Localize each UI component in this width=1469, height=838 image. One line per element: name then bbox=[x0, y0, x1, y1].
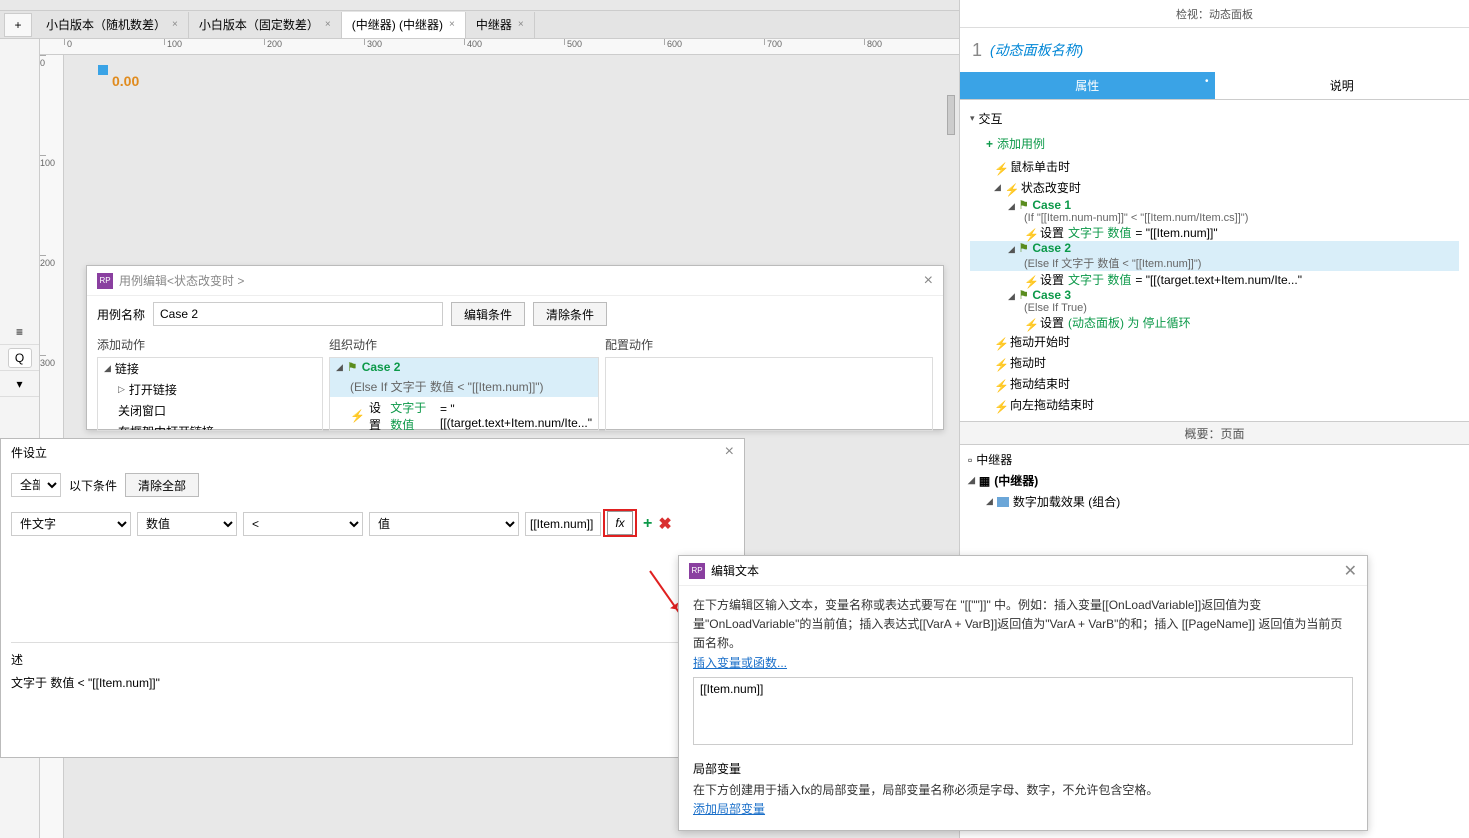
add-action-header: 添加动作 bbox=[97, 332, 323, 357]
summary-label: 述 bbox=[11, 651, 734, 668]
event-drag-end[interactable]: ⚡拖动结束时 bbox=[970, 373, 1459, 394]
app-icon: RP bbox=[97, 273, 113, 289]
tab-label: (中继器) (中继器) bbox=[352, 16, 443, 33]
panel-index: 1 bbox=[972, 40, 982, 61]
dialog2-titlebar: 件设立 × bbox=[1, 439, 744, 465]
org-action-header: 组织动作 bbox=[329, 332, 599, 357]
tab-properties[interactable]: 属性• bbox=[960, 72, 1215, 100]
case3-cond: (Else If True) bbox=[970, 302, 1459, 314]
case3[interactable]: ◢ ⚑ Case 3 bbox=[970, 288, 1459, 302]
folder-icon bbox=[997, 497, 1009, 507]
event-drag-start[interactable]: ⚡拖动开始时 bbox=[970, 331, 1459, 352]
panel-name[interactable]: (动态面板名称) bbox=[990, 40, 1083, 60]
close-icon[interactable]: × bbox=[518, 19, 524, 30]
close-icon[interactable]: × bbox=[172, 19, 178, 30]
fx-button[interactable]: fx bbox=[607, 511, 633, 535]
selection-marker[interactable] bbox=[90, 65, 108, 83]
condition-summary: 述 文字于 数值 < "[[Item.num]]" bbox=[11, 642, 734, 697]
case2-action[interactable]: ⚡ 设置 文字于 数值 = "[[(target.text+Item.num/I… bbox=[970, 271, 1459, 288]
inspector-header: 检视：动态面板 bbox=[960, 0, 1469, 28]
sidebar-tool-q[interactable]: Q bbox=[0, 345, 39, 371]
close-icon[interactable]: × bbox=[924, 272, 933, 290]
add-condition-icon[interactable]: + bbox=[643, 515, 652, 533]
interaction-section: ▾交互 +添加用例 ⚡鼠标单击时 ◢⚡状态改变时 ◢ ⚑ Case 1 (If … bbox=[960, 100, 1469, 421]
edit-text-dialog: RP 编辑文本 ✕ 在下方编辑区输入文本，变量名称或表达式要写在 "[[""]]… bbox=[678, 555, 1368, 831]
outline-repeater[interactable]: ▫中继器 bbox=[968, 449, 1461, 470]
condition-row: 件文字 数值 < 值 fx + ✖ bbox=[1, 505, 744, 543]
local-var-help: 在下方创建用于插入fx的局部变量，局部变量名称必须是字母、数字，不允许包含空格。 bbox=[693, 781, 1353, 800]
close-icon[interactable]: × bbox=[325, 19, 331, 30]
tab-1[interactable]: 小白版本（固定数差） × bbox=[189, 12, 342, 38]
dialog3-titlebar: RP 编辑文本 ✕ bbox=[679, 556, 1367, 586]
close-icon[interactable]: × bbox=[725, 443, 734, 461]
new-tab-button[interactable]: + bbox=[4, 13, 32, 37]
tab-label: 小白版本（随机数差） bbox=[46, 16, 166, 33]
add-local-var-link[interactable]: 添加局部变量 bbox=[693, 802, 765, 816]
dialog-titlebar: RP 用例编辑<状态改变时 > × bbox=[87, 266, 943, 296]
org-action-tree[interactable]: ◢⚑Case 2 (Else If 文字于 数值 < "[[Item.num]]… bbox=[329, 357, 599, 431]
summary-text: 文字于 数值 < "[[Item.num]]" bbox=[11, 668, 734, 697]
case1-cond: (If "[[Item.num-num]]" < "[[Item.num/Ite… bbox=[970, 212, 1459, 224]
ruler-horizontal: 0 100 200 300 400 500 600 700 800 bbox=[40, 39, 959, 55]
sidebar-tool-dropdown[interactable]: ▾ bbox=[0, 371, 39, 397]
expression-textarea[interactable] bbox=[693, 677, 1353, 745]
config-action-panel[interactable] bbox=[605, 357, 933, 431]
add-action-tree[interactable]: ◢链接 ▷打开链接 关闭窗口 在框架中打开链接 bbox=[97, 357, 323, 431]
insert-variable-link[interactable]: 插入变量或函数... bbox=[693, 656, 787, 670]
case2[interactable]: ◢ ⚑ Case 2 bbox=[970, 241, 1459, 255]
clear-condition-button[interactable]: 清除条件 bbox=[533, 302, 607, 326]
sidebar-tool-1[interactable]: ≡ bbox=[0, 319, 39, 345]
clear-all-button[interactable]: 清除全部 bbox=[125, 473, 199, 497]
config-action-header: 配置动作 bbox=[605, 332, 933, 357]
case-editor-dialog: RP 用例编辑<状态改变时 > × 用例名称 编辑条件 清除条件 添加动作 ◢链… bbox=[86, 265, 944, 430]
outline-repeater-bold[interactable]: ◢▦(中继器) bbox=[968, 470, 1461, 491]
case1-action[interactable]: ⚡ 设置 文字于 数值 = "[[Item.num]]" bbox=[970, 224, 1459, 241]
event-swipe-end[interactable]: ⚡向左拖动结束时 bbox=[970, 394, 1459, 415]
panel-tabs: 属性• 说明 bbox=[960, 72, 1469, 100]
close-icon[interactable]: × bbox=[449, 19, 455, 30]
dialog2-title: 件设立 bbox=[11, 444, 47, 461]
close-icon[interactable]: ✕ bbox=[1344, 561, 1357, 581]
outline-header: 概要：页面 bbox=[960, 421, 1469, 445]
tab-0[interactable]: 小白版本（随机数差） × bbox=[36, 12, 189, 38]
value-type-select[interactable]: 值 bbox=[369, 512, 519, 536]
shape-value-text: 0.00 bbox=[112, 73, 139, 89]
operator-select[interactable]: < bbox=[243, 512, 363, 536]
help-text: 在下方编辑区输入文本，变量名称或表达式要写在 "[[""]]" 中。例如：插入变… bbox=[693, 596, 1353, 654]
app-icon: RP bbox=[689, 563, 705, 579]
edit-condition-button[interactable]: 编辑条件 bbox=[451, 302, 525, 326]
case1[interactable]: ◢ ⚑ Case 1 bbox=[970, 198, 1459, 212]
case-name-input[interactable] bbox=[153, 302, 443, 326]
panel-title-row: 1 (动态面板名称) bbox=[960, 28, 1469, 72]
event-state-change[interactable]: ◢⚡状态改变时 bbox=[970, 177, 1459, 198]
dialog3-title: 编辑文本 bbox=[711, 562, 759, 579]
name-label: 用例名称 bbox=[97, 306, 145, 323]
tab-2[interactable]: (中继器) (中继器) × bbox=[342, 12, 466, 38]
tab-description[interactable]: 说明 bbox=[1215, 72, 1469, 100]
value-input[interactable] bbox=[525, 512, 601, 536]
target-type-select[interactable]: 件文字 bbox=[11, 512, 131, 536]
case2-cond: (Else If 文字于 数值 < "[[Item.num]]") bbox=[970, 255, 1459, 271]
condition-builder-dialog: 件设立 × 全部 以下条件 清除全部 件文字 数值 < 值 fx + ✖ 述 文… bbox=[0, 438, 745, 758]
delete-condition-icon[interactable]: ✖ bbox=[658, 514, 671, 534]
case3-action[interactable]: ⚡ 设置 (动态面板) 为 停止循环 bbox=[970, 314, 1459, 331]
tab-label: 中继器 bbox=[476, 16, 512, 33]
add-case-button[interactable]: +添加用例 bbox=[970, 131, 1459, 156]
tab-3[interactable]: 中继器 × bbox=[466, 12, 535, 38]
tab-label: 小白版本（固定数差） bbox=[199, 16, 319, 33]
widget-select[interactable]: 数值 bbox=[137, 512, 237, 536]
outline-group[interactable]: ◢数字加载效果 (组合) bbox=[968, 491, 1461, 512]
match-suffix-label: 以下条件 bbox=[69, 477, 117, 494]
outline-body: ▫中继器 ◢▦(中继器) ◢数字加载效果 (组合) bbox=[960, 445, 1469, 516]
event-click[interactable]: ⚡鼠标单击时 bbox=[970, 156, 1459, 177]
event-drag[interactable]: ⚡拖动时 bbox=[970, 352, 1459, 373]
match-select[interactable]: 全部 bbox=[11, 473, 61, 497]
local-var-title: 局部变量 bbox=[693, 760, 1353, 777]
dialog-title: 用例编辑<状态改变时 > bbox=[119, 272, 244, 289]
minimap[interactable] bbox=[947, 95, 955, 135]
interaction-collapse[interactable]: ▾交互 bbox=[970, 106, 1459, 131]
